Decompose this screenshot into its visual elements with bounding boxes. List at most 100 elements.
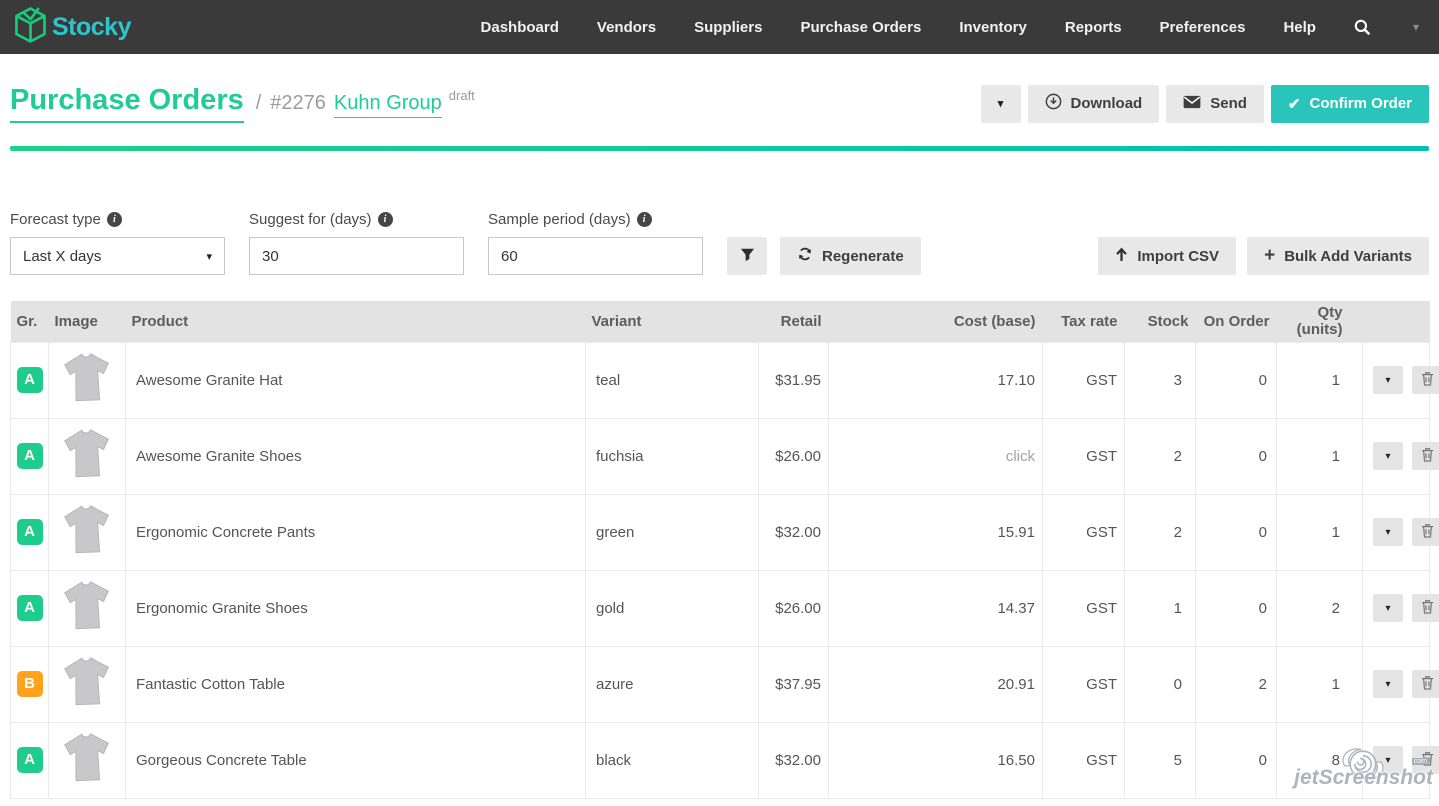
tax-rate: GST	[1043, 646, 1125, 722]
qty-units[interactable]: 1	[1277, 494, 1363, 570]
image-cell	[49, 494, 126, 570]
chevron-down-icon: ▾	[206, 250, 212, 263]
sample-period-input[interactable]	[488, 237, 703, 275]
qty-units[interactable]: 1	[1277, 418, 1363, 494]
row-dropdown-button[interactable]: ▾	[1373, 518, 1403, 546]
cost-base[interactable]: 16.50	[829, 722, 1043, 798]
row-dropdown-button[interactable]: ▾	[1373, 746, 1403, 774]
row-dropdown-button[interactable]: ▾	[1373, 594, 1403, 622]
info-icon: i	[637, 212, 652, 227]
image-cell	[49, 342, 126, 418]
download-label: Download	[1071, 95, 1143, 112]
forecast-type-value: Last X days	[23, 248, 101, 265]
row-delete-button[interactable]	[1412, 594, 1439, 622]
image-cell	[49, 570, 126, 646]
account-chevron-down-icon[interactable]: ▾	[1413, 20, 1419, 34]
more-actions-button[interactable]: ▾	[981, 85, 1021, 123]
stock-count: 1	[1125, 570, 1196, 646]
column-header-gr-: Gr.	[11, 301, 49, 342]
send-button[interactable]: Send	[1166, 85, 1264, 123]
import-csv-button[interactable]: Import CSV	[1098, 237, 1236, 275]
qty-units[interactable]: 1	[1277, 342, 1363, 418]
suggest-days-input[interactable]	[249, 237, 464, 275]
forecast-filters: Forecast type i Last X days ▾ Suggest fo…	[10, 211, 1429, 275]
cost-base[interactable]: 17.10	[829, 342, 1043, 418]
on-order-count: 0	[1196, 570, 1277, 646]
stock-count: 2	[1125, 418, 1196, 494]
cost-base[interactable]: 20.91	[829, 646, 1043, 722]
tax-rate: GST	[1043, 494, 1125, 570]
table-body: A Awesome Granite Hat teal $31.95 17.10 …	[11, 342, 1430, 798]
page-title-link[interactable]: Purchase Orders	[10, 84, 244, 123]
row-actions: ▾	[1363, 570, 1430, 646]
product-name: Awesome Granite Shoes	[126, 418, 586, 494]
bulk-add-variants-button[interactable]: + Bulk Add Variants	[1247, 237, 1429, 275]
nav-item-inventory[interactable]: Inventory	[959, 19, 1027, 36]
download-button[interactable]: Download	[1028, 85, 1160, 123]
column-header-image: Image	[49, 301, 126, 342]
on-order-count: 0	[1196, 418, 1277, 494]
row-actions: ▾	[1363, 418, 1430, 494]
regenerate-label: Regenerate	[822, 248, 904, 265]
sample-period-group: Sample period (days) i	[488, 211, 703, 275]
plus-icon: +	[1264, 246, 1275, 265]
stock-count: 3	[1125, 342, 1196, 418]
image-cell	[49, 418, 126, 494]
trash-icon	[1421, 371, 1434, 389]
grade-cell: A	[11, 342, 49, 418]
variant-name: gold	[586, 570, 759, 646]
nav-item-purchase-orders[interactable]: Purchase Orders	[800, 19, 921, 36]
confirm-order-button[interactable]: ✔ Confirm Order	[1271, 85, 1429, 123]
trash-icon	[1421, 447, 1434, 465]
nav-item-dashboard[interactable]: Dashboard	[481, 19, 559, 36]
qty-units[interactable]: 2	[1277, 570, 1363, 646]
forecast-type-select[interactable]: Last X days ▾	[10, 237, 225, 275]
table-header-row: Gr.ImageProductVariantRetailCost (base)T…	[11, 301, 1430, 342]
variant-name: black	[586, 722, 759, 798]
vendor-link[interactable]: Kuhn Group	[334, 92, 442, 118]
purchase-order-table: Gr.ImageProductVariantRetailCost (base)T…	[10, 301, 1430, 799]
row-delete-button[interactable]	[1412, 442, 1439, 470]
row-actions: ▾	[1363, 342, 1430, 418]
cost-base[interactable]: 14.37	[829, 570, 1043, 646]
nav-item-suppliers[interactable]: Suppliers	[694, 19, 762, 36]
row-dropdown-button[interactable]: ▾	[1373, 442, 1403, 470]
chevron-down-icon: ▾	[1385, 755, 1390, 766]
column-header-retail: Retail	[759, 301, 829, 342]
row-delete-button[interactable]	[1412, 518, 1439, 546]
suggest-days-label-text: Suggest for (days)	[249, 211, 372, 228]
variant-name: teal	[586, 342, 759, 418]
image-cell	[49, 722, 126, 798]
search-icon[interactable]	[1354, 19, 1371, 36]
product-image	[59, 697, 115, 714]
product-image	[59, 469, 115, 486]
stocky-logo[interactable]: Stocky	[14, 6, 131, 49]
table-row: A Gorgeous Concrete Table black $32.00 1…	[11, 722, 1430, 798]
qty-units[interactable]: 1	[1277, 646, 1363, 722]
sample-period-label: Sample period (days) i	[488, 211, 703, 228]
grade-cell: B	[11, 646, 49, 722]
row-delete-button[interactable]	[1412, 670, 1439, 698]
breadcrumb: Purchase Orders / #2276 Kuhn Group draft	[10, 84, 475, 123]
suggest-days-group: Suggest for (days) i	[249, 211, 464, 275]
product-image	[59, 393, 115, 410]
row-delete-button[interactable]	[1412, 366, 1439, 394]
cost-base[interactable]: click	[829, 418, 1043, 494]
nav-item-reports[interactable]: Reports	[1065, 19, 1122, 36]
chevron-down-icon: ▾	[1385, 451, 1390, 462]
stock-count: 5	[1125, 722, 1196, 798]
cost-base[interactable]: 15.91	[829, 494, 1043, 570]
row-dropdown-button[interactable]: ▾	[1373, 670, 1403, 698]
status-badge: draft	[449, 88, 475, 103]
row-dropdown-button[interactable]: ▾	[1373, 366, 1403, 394]
qty-units[interactable]: 8	[1277, 722, 1363, 798]
filter-button[interactable]	[727, 237, 767, 275]
grade-cell: A	[11, 570, 49, 646]
retail-price: $26.00	[759, 418, 829, 494]
regenerate-button[interactable]: Regenerate	[780, 237, 921, 275]
row-delete-button[interactable]	[1412, 746, 1439, 774]
nav-item-help[interactable]: Help	[1283, 19, 1316, 36]
nav-item-preferences[interactable]: Preferences	[1160, 19, 1246, 36]
nav-item-vendors[interactable]: Vendors	[597, 19, 656, 36]
trash-icon	[1421, 599, 1434, 617]
